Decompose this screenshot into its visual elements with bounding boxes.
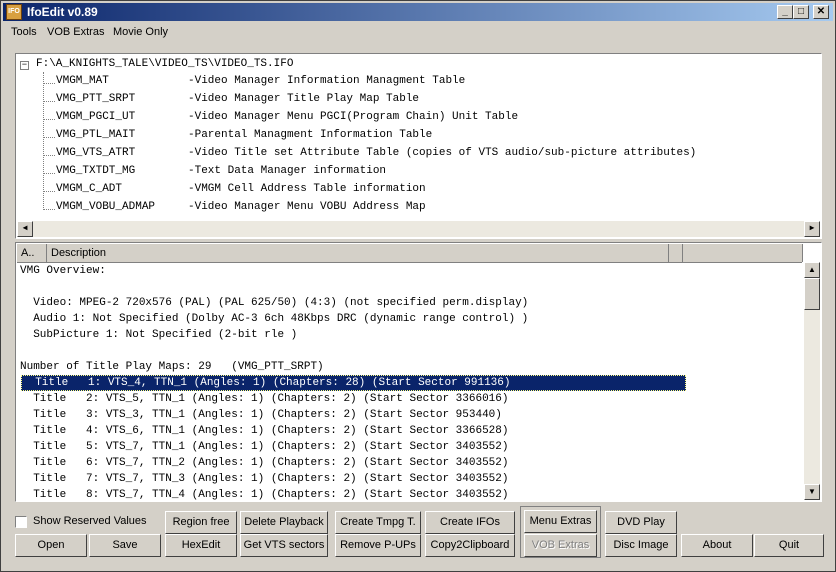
tree-connector-line — [43, 72, 44, 208]
tree-item-description: -Video Manager Menu PGCI(Program Chain) … — [188, 111, 519, 123]
tree-branch-line — [43, 137, 55, 138]
tree-item-name: VMGM_MAT — [56, 75, 109, 87]
description-line[interactable]: Title 4: VTS_6, TTN_1 (Angles: 1) (Chapt… — [20, 423, 508, 439]
tree-collapse-icon[interactable]: − — [20, 61, 29, 70]
menu-vob-extras[interactable]: VOB Extras — [47, 26, 104, 38]
menu-extras-button[interactable]: Menu Extras — [524, 510, 597, 533]
title-bar[interactable]: IFO IfoEdit v0.89 _ □ ✕ — [3, 3, 833, 21]
scroll-left-icon[interactable]: ◀ — [17, 221, 33, 237]
description-line[interactable]: Video: MPEG-2 720x576 (PAL) (PAL 625/50)… — [20, 295, 528, 311]
close-button[interactable]: ✕ — [813, 5, 829, 19]
description-list[interactable]: A.. Description VMG Overview: Video: MPE… — [15, 242, 822, 502]
vob-extras-button: VOB Extras — [524, 534, 597, 557]
tree-item-name: VMG_TXTDT_MG — [56, 165, 136, 177]
description-line[interactable]: Title 5: VTS_7, TTN_1 (Angles: 1) (Chapt… — [20, 439, 508, 455]
tree-branch-line — [43, 101, 55, 102]
tree-item-description: -Parental Managment Information Table — [188, 129, 433, 141]
list-header: A.. Description — [17, 244, 803, 263]
copy2clipboard-button[interactable]: Copy2Clipboard — [425, 534, 515, 557]
description-line[interactable]: Title 2: VTS_5, TTN_1 (Angles: 1) (Chapt… — [20, 391, 508, 407]
region-free-button[interactable]: Region free — [165, 511, 237, 534]
description-line[interactable]: Title 6: VTS_7, TTN_2 (Angles: 1) (Chapt… — [20, 455, 508, 471]
scroll-right-icon[interactable]: ▶ — [804, 221, 820, 237]
create-ifos-button[interactable]: Create IFOs — [425, 511, 515, 534]
description-line[interactable]: Title 8: VTS_7, TTN_4 (Angles: 1) (Chapt… — [20, 487, 508, 501]
tree-item-name: VMG_PTT_SRPT — [56, 93, 136, 105]
scroll-up-icon[interactable]: ▲ — [804, 262, 820, 278]
tree-item-description: -VMGM Cell Address Table information — [188, 183, 426, 195]
tree-item-description: -Video Title set Attribute Table (copies… — [188, 147, 697, 159]
column-header-empty-1[interactable] — [669, 244, 683, 262]
menu-movie-only[interactable]: Movie Only — [113, 26, 168, 38]
description-vertical-scrollbar[interactable]: ▲ ▼ — [804, 262, 820, 500]
dvd-play-button[interactable]: DVD Play — [605, 511, 677, 534]
tree-item-name: VMG_VTS_ATRT — [56, 147, 136, 159]
maximize-button[interactable]: □ — [793, 5, 809, 19]
description-line[interactable]: Title 3: VTS_3, TTN_1 (Angles: 1) (Chapt… — [20, 407, 502, 423]
menu-tools[interactable]: Tools — [11, 26, 37, 38]
window-title: IfoEdit v0.89 — [27, 5, 98, 19]
description-line[interactable]: Title 7: VTS_7, TTN_3 (Angles: 1) (Chapt… — [20, 471, 508, 487]
tree-item-name: VMGM_C_ADT — [56, 183, 123, 195]
tree-root-path[interactable]: F:\A_KNIGHTS_TALE\VIDEO_TS\VIDEO_TS.IFO — [36, 58, 293, 70]
tree-item-description: -Video Manager Menu VOBU Address Map — [188, 201, 426, 213]
show-reserved-checkbox[interactable] — [15, 516, 27, 528]
minimize-button[interactable]: _ — [777, 5, 793, 19]
scroll-thumb[interactable] — [804, 278, 820, 310]
description-line[interactable]: Audio 1: Not Specified (Dolby AC-3 6ch 4… — [20, 311, 528, 327]
tree-branch-line — [43, 209, 55, 210]
ifo-tree-view[interactable]: − F:\A_KNIGHTS_TALE\VIDEO_TS\VIDEO_TS.IF… — [15, 53, 822, 239]
column-header-address[interactable]: A.. — [17, 244, 47, 262]
disc-image-button[interactable]: Disc Image — [605, 534, 677, 557]
tree-item-description: -Video Manager Title Play Map Table — [188, 93, 420, 105]
remove-pups-button[interactable]: Remove P-UPs — [335, 534, 421, 557]
about-button[interactable]: About — [681, 534, 753, 557]
tree-branch-line — [43, 155, 55, 156]
show-reserved-label[interactable]: Show Reserved Values — [33, 515, 147, 527]
ifoedit-window: IFO IfoEdit v0.89 _ □ ✕ Tools VOB Extras… — [0, 0, 836, 572]
tree-item-description: -Text Data Manager information — [188, 165, 387, 177]
get-vts-sectors-button[interactable]: Get VTS sectors — [240, 534, 328, 557]
scroll-down-icon[interactable]: ▼ — [804, 484, 820, 500]
tree-branch-line — [43, 83, 55, 84]
open-button[interactable]: Open — [15, 534, 87, 557]
description-line[interactable]: VMG Overview: — [20, 263, 106, 279]
tree-item-name: VMG_PTL_MAIT — [56, 129, 136, 141]
menu-bar: Tools VOB Extras Movie Only — [3, 23, 833, 41]
tree-item-name: VMGM_PGCI_UT — [56, 111, 136, 123]
description-line[interactable]: SubPicture 1: Not Specified (2-bit rle ) — [20, 327, 297, 343]
tree-item-name: VMGM_VOBU_ADMAP — [56, 201, 156, 213]
delete-playback-button[interactable]: Delete Playback — [240, 511, 328, 534]
tree-branch-line — [43, 119, 55, 120]
save-button[interactable]: Save — [89, 534, 161, 557]
app-icon: IFO — [6, 4, 22, 20]
column-header-description[interactable]: Description — [47, 244, 669, 262]
description-line[interactable]: Number of Title Play Maps: 29 (VMG_PTT_S… — [20, 359, 324, 375]
tree-horizontal-scrollbar[interactable]: ◀ ▶ — [17, 221, 820, 237]
create-tmpg-button[interactable]: Create Tmpg T. — [335, 511, 421, 534]
column-header-empty-2[interactable] — [683, 244, 803, 262]
tree-item-description: -Video Manager Information Managment Tab… — [188, 75, 466, 87]
tree-branch-line — [43, 191, 55, 192]
selected-description-line[interactable]: Title 1: VTS_4, TTN_1 (Angles: 1) (Chapt… — [21, 375, 686, 391]
hexedit-button[interactable]: HexEdit — [165, 534, 237, 557]
tree-branch-line — [43, 173, 55, 174]
quit-button[interactable]: Quit — [754, 534, 824, 557]
